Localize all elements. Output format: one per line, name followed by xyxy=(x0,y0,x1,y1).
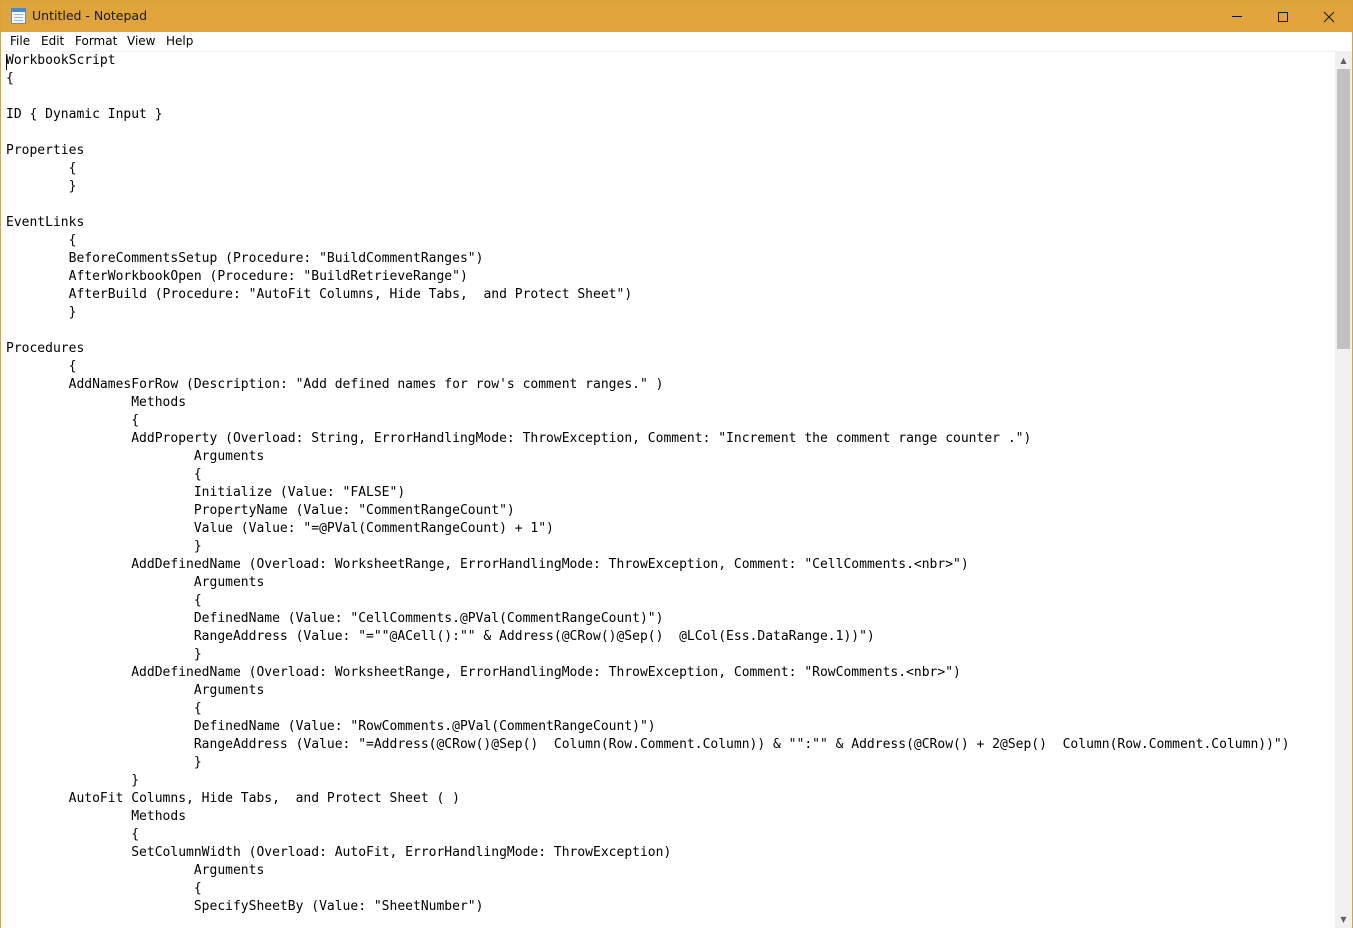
vertical-scrollbar[interactable]: ▲ ▼ xyxy=(1335,52,1352,928)
menu-help[interactable]: Help xyxy=(165,34,194,49)
close-icon xyxy=(1323,11,1335,22)
close-button[interactable] xyxy=(1306,1,1352,32)
maximize-button[interactable] xyxy=(1260,1,1306,32)
title-bar[interactable]: Untitled - Notepad xyxy=(1,1,1352,32)
menu-bar: File Edit Format View Help xyxy=(1,32,1352,51)
minimize-button[interactable] xyxy=(1214,1,1260,32)
scroll-down-arrow-icon: ▼ xyxy=(1340,915,1347,924)
text-editor[interactable]: WorkbookScript { ID { Dynamic Input } Pr… xyxy=(1,52,1335,928)
maximize-icon xyxy=(1278,11,1288,22)
menu-edit[interactable]: Edit xyxy=(40,34,65,49)
minimize-icon xyxy=(1232,16,1242,17)
scroll-down-button[interactable]: ▼ xyxy=(1335,911,1352,928)
notepad-icon xyxy=(11,8,26,24)
notepad-window: Untitled - Notepad File Edit Format View… xyxy=(0,0,1353,928)
menu-format[interactable]: Format xyxy=(74,34,118,49)
menu-file[interactable]: File xyxy=(9,34,31,49)
window-title: Untitled - Notepad xyxy=(32,8,148,23)
scroll-up-button[interactable]: ▲ xyxy=(1335,52,1352,69)
editor-content[interactable]: WorkbookScript { ID { Dynamic Input } Pr… xyxy=(6,52,1290,916)
text-caret xyxy=(6,55,7,70)
scroll-thumb[interactable] xyxy=(1337,69,1350,349)
scroll-up-arrow-icon: ▲ xyxy=(1340,56,1347,65)
menu-view[interactable]: View xyxy=(126,34,156,49)
